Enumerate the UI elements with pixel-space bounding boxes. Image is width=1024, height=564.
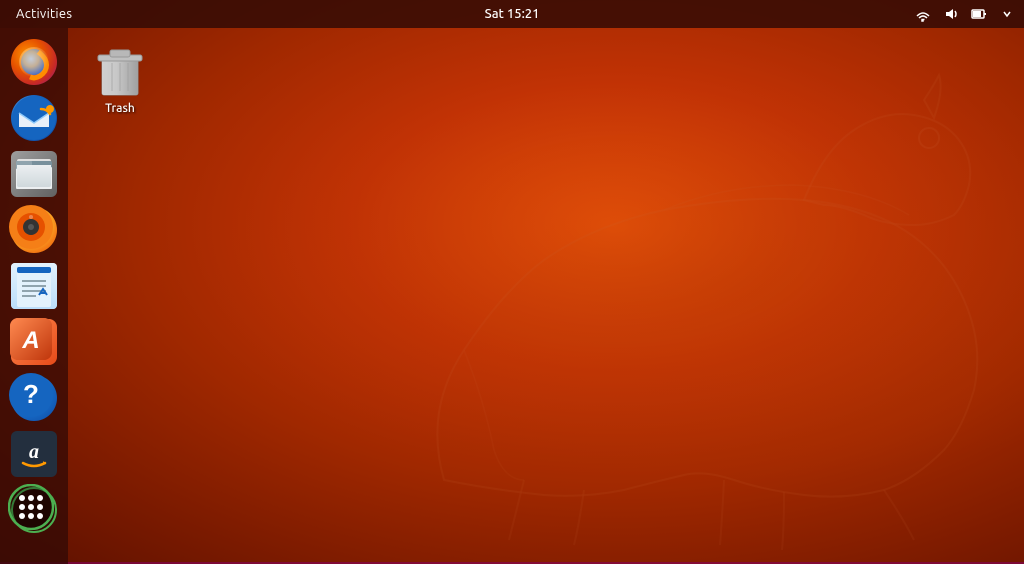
dock-item-help[interactable]: ? <box>8 372 60 424</box>
top-panel: Activities Sat 15:21 <box>0 0 1024 28</box>
help-icon: ? <box>11 375 57 421</box>
dock-item-writer[interactable] <box>8 260 60 312</box>
panel-left: Activities <box>8 7 80 21</box>
system-icon[interactable] <box>970 5 988 23</box>
panel-clock[interactable]: Sat 15:21 <box>485 7 540 21</box>
trash-label: Trash <box>105 102 135 115</box>
rhythmbox-icon <box>11 207 57 253</box>
sound-icon[interactable] <box>942 5 960 23</box>
desktop-icon-trash[interactable]: Trash <box>80 40 160 121</box>
panel-dropdown-icon[interactable] <box>998 5 1016 23</box>
svg-text:?: ? <box>23 379 39 409</box>
activities-button[interactable]: Activities <box>8 7 80 21</box>
writer-icon <box>11 263 57 309</box>
dock-item-appstore[interactable]: A <box>8 316 60 368</box>
appstore-icon: A <box>11 319 57 365</box>
svg-text:a: a <box>29 441 39 463</box>
amazon-icon: a <box>11 431 57 477</box>
dock-item-files[interactable] <box>8 148 60 200</box>
trash-icon <box>94 46 146 98</box>
dock-item-thunderbird[interactable] <box>8 92 60 144</box>
files-icon <box>11 151 57 197</box>
desktop-icons-area: Trash <box>80 40 160 121</box>
dock-item-show-apps[interactable] <box>8 484 60 536</box>
svg-text:A: A <box>21 327 39 354</box>
show-apps-icon <box>11 487 57 533</box>
firefox-icon <box>11 39 57 85</box>
dock: A ? a <box>0 28 68 564</box>
thunderbird-icon <box>11 95 57 141</box>
dock-item-firefox[interactable] <box>8 36 60 88</box>
tahr-silhouette <box>244 30 1024 550</box>
dock-item-amazon[interactable]: a <box>8 428 60 480</box>
network-icon[interactable] <box>914 5 932 23</box>
dock-item-rhythmbox[interactable] <box>8 204 60 256</box>
panel-right <box>914 5 1016 23</box>
